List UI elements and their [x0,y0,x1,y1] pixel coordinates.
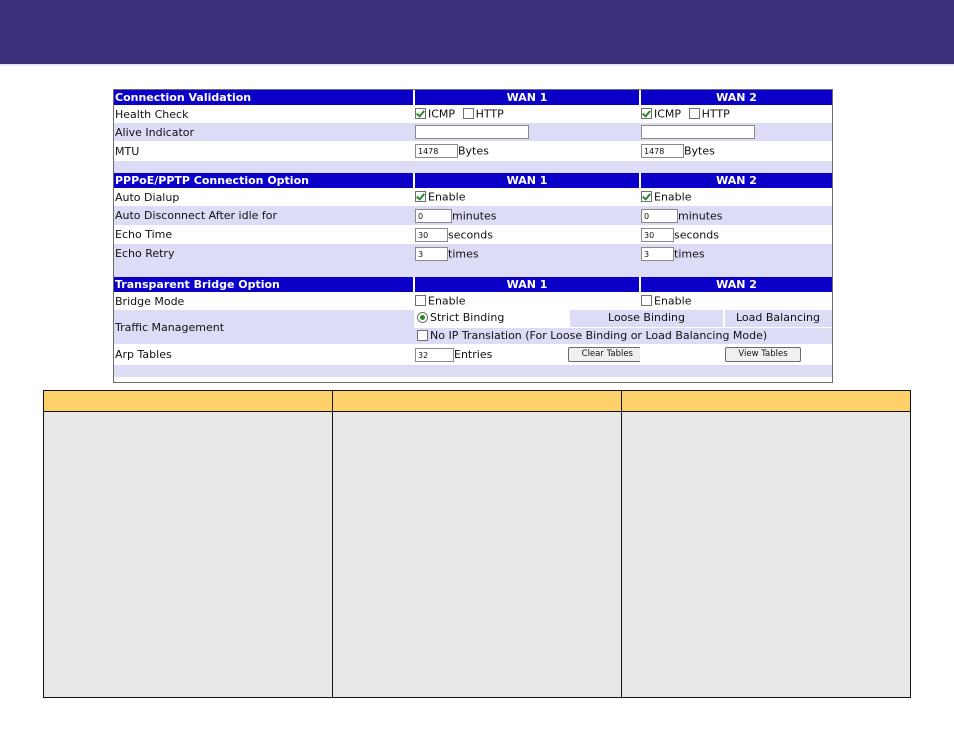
icmp-label: ICMP [428,107,456,121]
http-label: HTTP [475,107,504,121]
load-balancing-option[interactable]: Load Balancing [723,310,828,327]
description-table [43,390,911,698]
row-mtu: MTU 1478 Bytes 1478 Bytes [114,141,832,161]
unit-label: Bytes [458,144,489,158]
row-arp-tables: Arp Tables 32 Entries Clear Tables View Ta… [114,344,832,365]
unit-label: seconds [674,228,719,241]
wan1-bridge-mode-checkbox[interactable] [415,294,426,306]
row-traffic-management: Traffic Management Strict Binding Loose … [114,310,832,344]
enable-label: Enable [428,294,466,308]
wan2-echo-retry-input[interactable]: 3 [641,246,674,261]
section-title: PPPoE/PPTP Connection Option [114,173,414,188]
http-label: HTTP [701,107,730,121]
loose-binding-label: Loose Binding [608,311,685,324]
wan1-http-checkbox[interactable] [462,107,474,119]
row-label: Arp Tables [114,344,414,365]
wan2-auto-dialup-checkbox[interactable] [641,190,652,202]
title-banner [0,0,954,64]
unit-label: Entries [454,348,493,361]
section-title: Transparent Bridge Option [114,277,414,292]
unit-label: minutes [678,209,723,222]
no-ip-translation-checkbox[interactable] [417,329,428,341]
row-echo-retry: Echo Retry 3 times 3 times [114,244,832,263]
strict-binding-option[interactable]: Strict Binding [414,310,568,327]
section-header-bridge: Transparent Bridge Option WAN 1 WAN 2 [114,277,832,292]
view-tables-button[interactable]: View Tables [725,347,801,362]
section-header-connection-validation: Connection Validation WAN 1 WAN 2 [114,90,832,105]
row-bridge-mode: Bridge Mode Enable Enable [114,292,832,310]
row-label: Echo Time [114,225,414,244]
wan2-icmp-checkbox[interactable] [641,107,652,119]
row-label: Traffic Management [114,310,414,344]
unit-label: seconds [448,228,493,241]
row-echo-time: Echo Time 30 seconds 30 seconds [114,225,832,244]
section-header-pppoe: PPPoE/PPTP Connection Option WAN 1 WAN 2 [114,173,832,188]
wan1-mtu-input[interactable]: 1478 [415,144,458,158]
row-label: Echo Retry [114,244,414,263]
row-label: Auto Disconnect After idle for [114,206,414,225]
wan2-mtu-input[interactable]: 1478 [641,144,684,158]
no-ip-translation-label: No IP Translation (For Loose Binding or … [430,329,768,342]
column-header [333,391,621,412]
wan2-echo-time-input[interactable]: 30 [641,227,674,242]
row-health-check: Health Check ICMP HTTP ICMP HTTP [114,105,832,123]
wan1-column-header: WAN 1 [413,90,640,105]
row-label: Health Check [114,105,414,123]
wan2-column-header: WAN 2 [639,277,832,292]
wan1-echo-retry-input[interactable]: 3 [415,246,448,261]
row-auto-dialup: Auto Dialup Enable Enable [114,188,832,206]
icmp-label: ICMP [654,107,682,121]
wan1-alive-indicator-input[interactable] [415,125,529,139]
unit-label: minutes [452,209,497,222]
wan1-echo-time-input[interactable]: 30 [415,227,448,242]
wan2-alive-indicator-input[interactable] [641,125,755,139]
strict-binding-label: Strict Binding [430,311,505,324]
arp-entries-input[interactable]: 32 [415,347,454,362]
section-title: Connection Validation [114,90,414,105]
load-balancing-label: Load Balancing [736,311,820,324]
wan1-column-header: WAN 1 [413,277,640,292]
wan2-http-checkbox[interactable] [688,107,700,119]
banner-divider [0,64,954,66]
settings-panel: Connection Validation WAN 1 WAN 2 Health… [113,89,833,383]
enable-label: Enable [654,294,692,308]
loose-binding-option[interactable]: Loose Binding [568,310,723,327]
spacer-row [114,161,832,173]
wan2-column-header: WAN 2 [639,90,832,105]
row-label: Auto Dialup [114,188,414,206]
column-header [44,391,332,412]
row-label: Alive Indicator [114,123,414,141]
settings-table: Connection Validation WAN 1 WAN 2 Health… [114,90,832,377]
wan2-bridge-mode-checkbox[interactable] [641,294,652,306]
wan1-column-header: WAN 1 [413,173,640,188]
wan1-icmp-checkbox[interactable] [415,107,426,119]
wan1-auto-dialup-checkbox[interactable] [415,190,426,202]
wan2-column-header: WAN 2 [639,173,832,188]
enable-label: Enable [428,190,466,204]
unit-label: times [448,247,479,260]
row-label: MTU [114,141,414,161]
description-column-3 [622,391,910,697]
wan2-idle-minutes-input[interactable]: 0 [641,208,678,223]
description-column-1 [44,391,333,697]
clear-tables-button[interactable]: Clear Tables [568,347,640,362]
unit-label: Bytes [684,144,715,158]
wan1-idle-minutes-input[interactable]: 0 [415,208,452,223]
column-header [622,391,910,412]
row-auto-disconnect: Auto Disconnect After idle for 0 minutes … [114,206,832,225]
spacer-row [114,263,832,277]
enable-label: Enable [654,190,692,204]
row-alive-indicator: Alive Indicator [114,123,832,141]
strict-binding-radio[interactable] [417,311,428,323]
row-label: Bridge Mode [114,292,414,310]
unit-label: times [674,247,705,260]
spacer-row [114,365,832,377]
description-column-2 [333,391,622,697]
